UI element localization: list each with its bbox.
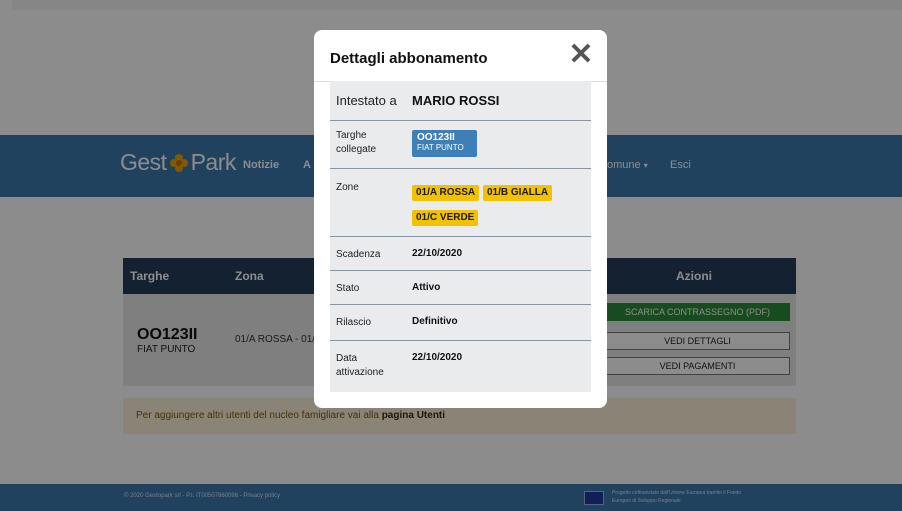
modal-title: Dettagli abbonamento — [330, 50, 488, 67]
zone-chip: 01/A ROSSA — [412, 185, 480, 201]
close-icon[interactable]: ✕ — [567, 40, 595, 70]
attivazione-label: Data attivazione — [336, 352, 384, 380]
intestato-label: Intestato a — [336, 93, 397, 108]
plate-chip-number: OO123II — [417, 132, 455, 143]
scadenza-value: 22/10/2020 — [412, 248, 463, 259]
detail-row-attivazione: Data attivazione 22/10/2020 — [330, 341, 591, 392]
rilascio-value: Definitivo — [412, 316, 458, 327]
detail-row-scadenza: Scadenza 22/10/2020 — [330, 237, 591, 271]
targhe-label: Targhe collegate — [336, 129, 376, 157]
detail-row-zone: Zone 01/A ROSSA 01/B GIALLA 01/C VERDE — [330, 169, 591, 237]
details-table: Intestato a MARIO ROSSI Targhe collegate… — [330, 81, 591, 392]
detail-row-intestato: Intestato a MARIO ROSSI — [330, 81, 591, 121]
detail-row-stato: Stato Attivo — [330, 271, 591, 305]
subscription-details-modal: Dettagli abbonamento ✕ Intestato a MARIO… — [314, 30, 607, 408]
detail-row-rilascio: Rilascio Definitivo — [330, 305, 591, 341]
targhe-label-line2: collegate — [336, 144, 377, 155]
rilascio-label: Rilascio — [336, 317, 372, 328]
attivazione-label-line1: Data — [336, 353, 358, 364]
intestato-value: MARIO ROSSI — [412, 93, 500, 108]
stato-value: Attivo — [412, 282, 441, 293]
plate-chip: OO123II FIAT PUNTO — [412, 130, 477, 157]
attivazione-value: 22/10/2020 — [412, 352, 463, 363]
zone-chip: 01/C VERDE — [412, 210, 479, 226]
plate-chip-car: FIAT PUNTO — [417, 143, 464, 152]
detail-row-targhe: Targhe collegate OO123II FIAT PUNTO — [330, 121, 591, 169]
zone-label: Zone — [336, 182, 359, 193]
zone-chip: 01/B GIALLA — [483, 185, 553, 201]
scadenza-label: Scadenza — [336, 249, 381, 260]
attivazione-label-line2: attivazione — [336, 367, 384, 378]
stato-label: Stato — [336, 283, 360, 294]
targhe-label-line1: Targhe — [336, 130, 367, 141]
